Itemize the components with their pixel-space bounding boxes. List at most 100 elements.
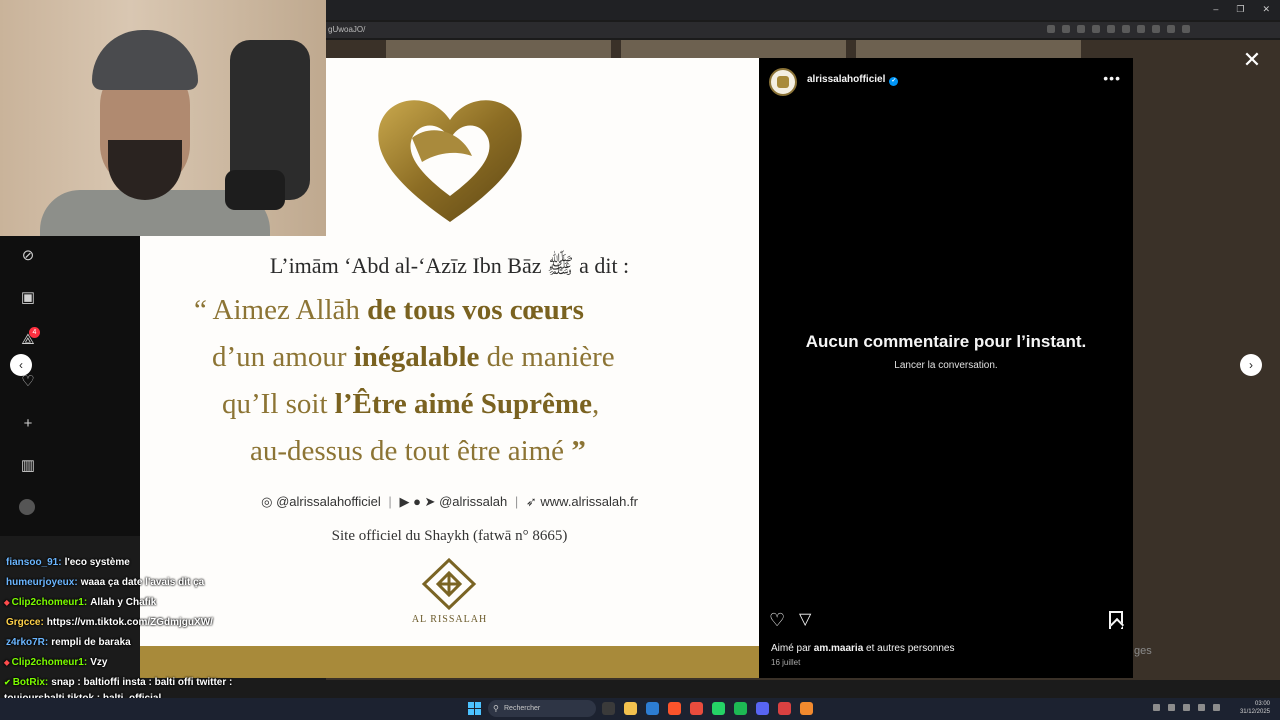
thumbnail: [856, 40, 1081, 60]
app-icon[interactable]: [690, 702, 703, 715]
author-username[interactable]: alrissalahofficiel: [807, 74, 885, 85]
dashboard-icon[interactable]: ▥: [19, 457, 37, 475]
taskbar-search[interactable]: ⚲ Rechercher: [488, 700, 596, 717]
task-view-icon[interactable]: [602, 702, 615, 715]
extension-icon[interactable]: [1107, 25, 1115, 33]
post-author[interactable]: alrissalahofficiel ✓: [807, 74, 899, 86]
quote-text: qu’Il soit: [222, 388, 335, 420]
close-window-icon[interactable]: ✕: [1262, 4, 1270, 15]
chat-message: Grgcce: https://vm.tiktok.com/ZGdmjguXW/: [0, 613, 330, 633]
liked-by-user[interactable]: am.maaria: [814, 643, 863, 654]
file-explorer-icon[interactable]: [624, 702, 637, 715]
clock[interactable]: 03:00 31/12/2025: [1240, 700, 1270, 716]
social-handles: ◎ @alrissalahofficiel | ▶ ● ➤ @alrissala…: [140, 494, 759, 510]
liked-by-text: Aimé par am.maaria et autres personnes: [771, 643, 954, 654]
windows-start-icon[interactable]: [468, 702, 481, 715]
site-official-text: Site officiel du Shaykh (fatwā n° 8665): [331, 528, 568, 544]
liked-by-suffix[interactable]: et autres personnes: [863, 643, 954, 654]
chat-user: z4rko7R:: [6, 637, 49, 648]
tray-icon[interactable]: [1168, 704, 1175, 711]
chat-user: fiansoo_91:: [6, 557, 62, 568]
quote-text: au-dessus de tout être aimé: [250, 435, 572, 467]
webcam-overlay: [0, 0, 326, 236]
separator: |: [514, 494, 519, 509]
whatsapp-icon[interactable]: [712, 702, 725, 715]
thumbnail: [621, 40, 846, 60]
chat-message: fiansoo_91: l'eco système: [0, 553, 330, 573]
previous-post-button[interactable]: ‹: [10, 354, 32, 376]
author-avatar[interactable]: [769, 68, 797, 96]
extension-icon[interactable]: [1047, 25, 1055, 33]
heart-logo-icon: [378, 100, 522, 222]
al-rissalah-logo-icon: [421, 558, 477, 610]
quote-line-1: “ Aimez Allāh de tous vos cœurs: [194, 294, 584, 327]
quote-text: de manière: [479, 341, 615, 373]
separator: |: [388, 494, 392, 509]
profile-avatar[interactable]: [19, 499, 35, 515]
background-thumbnails: [326, 40, 1116, 60]
telegram-icon: ➤: [424, 494, 436, 509]
tray-icon[interactable]: [1183, 704, 1190, 711]
restore-icon[interactable]: ❐: [1236, 4, 1244, 15]
quote-line-2: d’un amour inégalable de manière: [212, 341, 615, 374]
like-icon[interactable]: ♡: [769, 610, 789, 630]
chat-text: l'eco système: [64, 557, 130, 568]
website-url: www.alrissalah.fr: [540, 494, 638, 509]
create-icon[interactable]: +: [19, 415, 37, 433]
tray-icon[interactable]: [1153, 704, 1160, 711]
window-controls: – ❐ ✕: [1213, 4, 1270, 15]
youtube-icon: ▶: [399, 494, 410, 509]
discord-icon[interactable]: [756, 702, 769, 715]
liked-by-prefix: Aimé par: [771, 643, 814, 654]
background-ghost-text: ges: [1134, 645, 1152, 657]
chat-text: Allah y Chafik: [90, 597, 157, 608]
chat-user: BotRix:: [12, 677, 49, 688]
chat-message: ⬥ Clip2chomeur1: Vzy: [0, 653, 330, 673]
windows-taskbar: ⚲ Rechercher 03:00 31/12/2025: [0, 698, 1280, 720]
next-post-button[interactable]: ›: [1240, 354, 1262, 376]
app-icon[interactable]: [800, 702, 813, 715]
browser-extensions: [1047, 25, 1190, 33]
chat-user: Clip2chomeur1:: [11, 597, 88, 608]
minimize-icon[interactable]: –: [1213, 4, 1218, 15]
extension-icon[interactable]: [1137, 25, 1145, 33]
reels-icon[interactable]: ▣: [19, 289, 37, 307]
clock-date: 31/12/2025: [1239, 709, 1270, 715]
chat-badge: ⬥: [4, 598, 10, 607]
bookmark-icon[interactable]: [1109, 611, 1123, 629]
chat-message: humeurjoyeux: waaa ça date l'avais dit ça: [0, 573, 330, 593]
quote-text: ,: [591, 388, 600, 420]
extension-icon[interactable]: [1077, 25, 1085, 33]
stream-chat: fiansoo_91: l'eco système humeurjoyeux: wa…: [0, 553, 330, 720]
extension-icon[interactable]: [1167, 25, 1175, 33]
address-text: gUwoaJO/: [328, 25, 366, 34]
extension-icon[interactable]: [1092, 25, 1100, 33]
quote-line-4: au-dessus de tout être aimé ”: [250, 435, 586, 468]
extension-icon[interactable]: [1062, 25, 1070, 33]
brave-browser-icon[interactable]: [668, 702, 681, 715]
volume-icon[interactable]: [1213, 704, 1220, 711]
system-tray: [1153, 704, 1220, 711]
more-options-icon[interactable]: •••: [1103, 70, 1121, 86]
app-icon[interactable]: [646, 702, 659, 715]
chat-text: rempli de baraka: [51, 637, 131, 648]
instagram-handle: @alrissalahofficiel: [276, 494, 381, 509]
quote-line-3: qu’Il soit l’Être aimé Suprême,: [222, 388, 599, 421]
spotify-icon[interactable]: [734, 702, 747, 715]
app-icon[interactable]: [778, 702, 791, 715]
chat-user: Grgcce:: [6, 617, 44, 628]
search-icon: ⚲: [493, 704, 499, 713]
post-side-panel: alrissalahofficiel ✓ ••• Aucun commentair…: [759, 58, 1133, 678]
share-icon[interactable]: ▽: [799, 610, 819, 630]
snapchat-icon: ●: [413, 494, 421, 509]
close-modal-icon[interactable]: ✕: [1242, 49, 1262, 71]
extension-icon[interactable]: [1182, 25, 1190, 33]
post-date: 16 juillet: [771, 658, 801, 667]
extension-icon[interactable]: [1152, 25, 1160, 33]
wifi-icon[interactable]: [1198, 704, 1205, 711]
extension-icon[interactable]: [1122, 25, 1130, 33]
explore-icon[interactable]: ⊘: [19, 247, 37, 265]
webcam-microphone: [225, 170, 285, 210]
chat-user: humeurjoyeux:: [6, 577, 78, 588]
chat-badge: ⬥: [4, 658, 10, 667]
